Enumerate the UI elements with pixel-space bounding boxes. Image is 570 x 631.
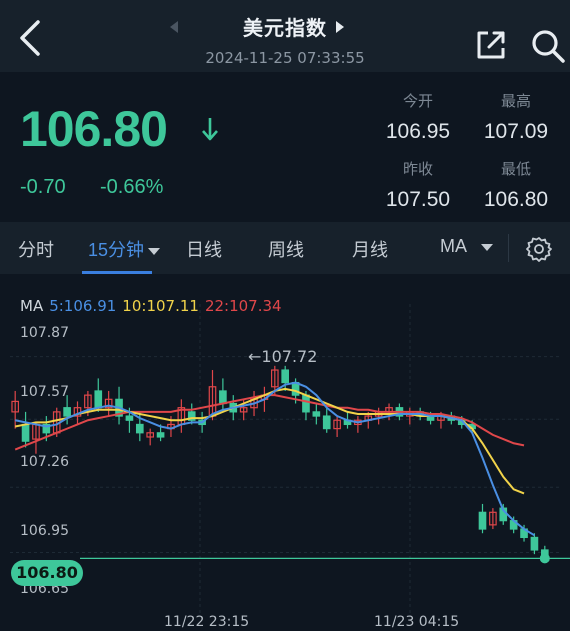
y-tick-label: 106.95: [20, 523, 69, 539]
candle-body: [94, 390, 103, 409]
y-tick-label: 107.87: [20, 325, 69, 341]
candle-body: [135, 423, 144, 434]
last-price: 106.80: [20, 101, 168, 157]
open-label: 今开: [402, 93, 433, 110]
x-tick-label: 11/22 23:15: [164, 614, 250, 630]
quote-panel: 106.80 -0.70 -0.66% 今开 最高 106.95 107.09 …: [0, 72, 570, 222]
y-tick-label: 107.26: [20, 454, 69, 470]
candle-body: [63, 407, 71, 417]
candle-body: [21, 423, 30, 442]
low-value: 106.80: [483, 188, 549, 211]
candle-body: [302, 394, 310, 413]
candle-body: [530, 536, 539, 551]
down-arrow-icon: [202, 118, 218, 141]
quote-datetime: 2024-11-25 07:33:55: [205, 49, 365, 67]
ma5-line: [14, 381, 535, 537]
candle-body: [322, 415, 331, 430]
price-change-pct: -0.66%: [100, 176, 164, 198]
candlestick-plot: [10, 304, 570, 614]
back-icon[interactable]: [14, 18, 50, 58]
prev-close-label: 昨收: [402, 161, 433, 178]
gear-icon[interactable]: [526, 236, 552, 262]
high-value: 107.09: [483, 120, 549, 143]
prev-close-value: 107.50: [385, 188, 451, 211]
tab-ma-label: MA: [440, 236, 467, 256]
tab-timeshare[interactable]: 分时: [18, 236, 54, 262]
price-change: -0.70: [20, 176, 66, 198]
share-icon[interactable]: [474, 28, 508, 62]
high-annotation: ←107.72: [248, 347, 318, 366]
chevron-down-icon: [148, 247, 161, 255]
tab-weekly[interactable]: 周线: [268, 236, 304, 262]
high-label: 最高: [500, 93, 531, 110]
y-tick-label: 107.57: [20, 384, 69, 400]
candle-body: [125, 415, 134, 421]
candle-body: [312, 411, 321, 417]
title-block: 美元指数 2024-11-25 07:33:55: [150, 12, 420, 67]
candle-body: [281, 369, 290, 384]
last-price-dot: [539, 553, 550, 564]
open-value: 106.95: [385, 120, 451, 143]
tab-monthly[interactable]: 月线: [352, 236, 388, 262]
period-tabs: 分时 15分钟 日线 周线 月线 MA: [0, 222, 570, 274]
candle-body: [156, 432, 165, 438]
x-tick-label: 11/23 04:15: [374, 614, 460, 630]
tab-divider: [508, 234, 509, 262]
low-label: 最低: [500, 161, 531, 178]
tab-daily[interactable]: 日线: [186, 236, 222, 262]
candle-body: [219, 390, 227, 405]
tab-15min-label: 15分钟: [88, 240, 145, 260]
tab-ma[interactable]: MA: [440, 236, 494, 257]
search-icon[interactable]: [530, 28, 566, 64]
tab-15min[interactable]: 15分钟: [88, 236, 161, 262]
chevron-down-icon: [481, 243, 494, 251]
candle-body: [478, 511, 487, 530]
last-price-tag: 106.80: [11, 560, 83, 586]
page-title: 美元指数: [243, 18, 327, 40]
